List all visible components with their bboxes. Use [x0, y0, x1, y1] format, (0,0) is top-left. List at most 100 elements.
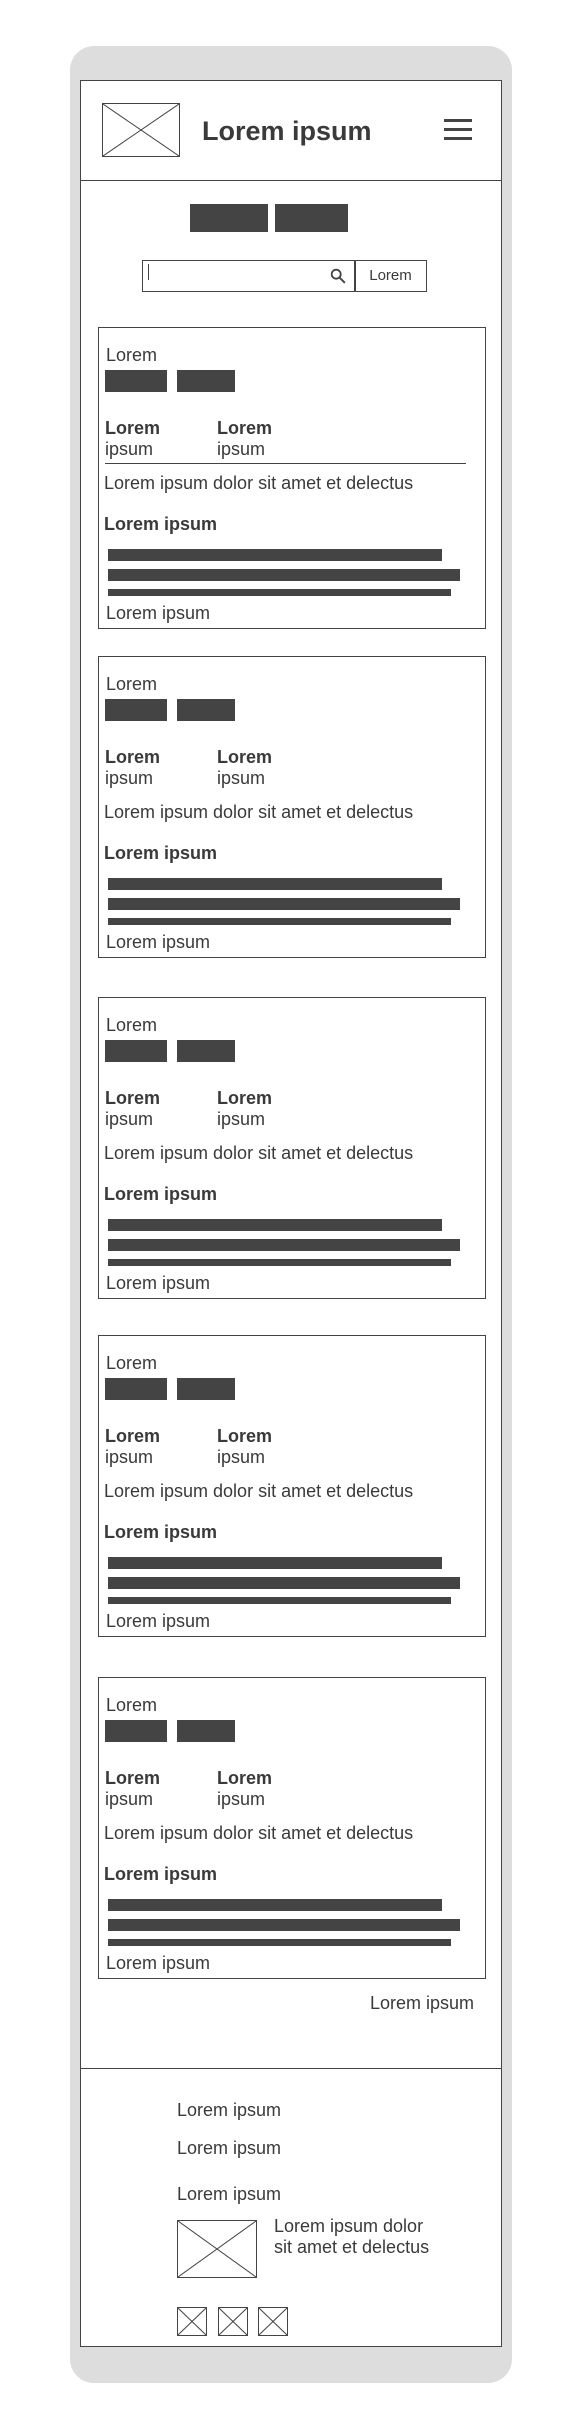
- card-title: Lorem: [106, 674, 158, 694]
- footer-divider: [81, 2068, 501, 2069]
- card: Lorem Lorem ipsum Lorem ipsum Lorem ipsum …: [98, 656, 486, 958]
- text-placeholder-bar: [108, 1899, 442, 1911]
- field-value: ipsum: [105, 439, 154, 459]
- field-label: Lorem: [105, 1088, 161, 1108]
- text-placeholder-bar: [108, 1597, 451, 1604]
- text-placeholder-bar: [108, 1259, 451, 1266]
- card-tag[interactable]: [105, 699, 167, 721]
- tab-button-1[interactable]: [190, 204, 268, 232]
- card: Lorem Lorem ipsum Lorem ipsum Lorem ipsum …: [98, 997, 486, 1299]
- image-placeholder-icon[interactable]: [218, 2307, 248, 2336]
- text-placeholder-bar: [108, 1919, 460, 1931]
- footer-link[interactable]: Lorem ipsum: [177, 2138, 281, 2159]
- card-field: Lorem ipsum: [105, 418, 160, 460]
- card-title: Lorem: [106, 345, 158, 365]
- image-placeholder-icon[interactable]: [102, 103, 180, 157]
- card-tag[interactable]: [177, 699, 235, 721]
- search-input[interactable]: [142, 260, 356, 292]
- field-label: Lorem: [105, 1426, 161, 1446]
- field-label: Lorem: [105, 747, 161, 767]
- text-placeholder-bar: [108, 569, 460, 581]
- card-field: Lorem ipsum: [105, 1426, 160, 1468]
- card-footer: Lorem ipsum: [106, 1273, 211, 1293]
- card-description: Lorem ipsum dolor sit amet et delectus: [104, 1481, 414, 1501]
- card-field: Lorem ipsum: [217, 747, 272, 789]
- card-subheading: Lorem ipsum: [104, 1184, 218, 1204]
- card-footer: Lorem ipsum: [106, 603, 211, 623]
- text-placeholder-bar: [108, 878, 442, 890]
- card-field: Lorem ipsum: [217, 1768, 272, 1810]
- card-footer: Lorem ipsum: [106, 1611, 211, 1631]
- card-description: Lorem ipsum dolor sit amet et delectus: [104, 1823, 414, 1843]
- header: Lorem ipsum: [81, 81, 501, 181]
- card-footer: Lorem ipsum: [106, 1953, 211, 1973]
- card-tag[interactable]: [105, 1720, 167, 1742]
- card-subheading: Lorem ipsum: [104, 514, 218, 534]
- card-tag[interactable]: [177, 1378, 235, 1400]
- field-label: Lorem: [217, 1426, 273, 1446]
- card: Lorem Lorem ipsum Lorem ipsum Lorem ipsum …: [98, 327, 486, 629]
- text-placeholder-bar: [108, 1577, 460, 1589]
- card-tag[interactable]: [105, 1378, 167, 1400]
- card-subheading: Lorem ipsum: [104, 1864, 218, 1884]
- card-tag[interactable]: [177, 1040, 235, 1062]
- field-value: ipsum: [217, 439, 266, 459]
- divider: [105, 463, 466, 464]
- card-description: Lorem ipsum dolor sit amet et delectus: [104, 473, 414, 493]
- card-subheading: Lorem ipsum: [104, 843, 218, 863]
- text-cursor: [148, 264, 149, 280]
- card-title: Lorem: [106, 1353, 158, 1373]
- search-button[interactable]: Lorem: [354, 260, 427, 292]
- card-title: Lorem: [106, 1695, 158, 1715]
- field-value: ipsum: [105, 768, 154, 788]
- field-label: Lorem: [105, 418, 161, 438]
- text-placeholder-bar: [108, 1557, 442, 1569]
- card-title: Lorem: [106, 1015, 158, 1035]
- card-footer: Lorem ipsum: [106, 932, 211, 952]
- text-placeholder-bar: [108, 918, 451, 925]
- text-placeholder-bar: [108, 1939, 451, 1946]
- card-tag[interactable]: [105, 1040, 167, 1062]
- field-label: Lorem: [105, 1768, 161, 1788]
- footer-text: Lorem ipsum dolor sit amet et delectus: [274, 2216, 430, 2257]
- card-description: Lorem ipsum dolor sit amet et delectus: [104, 802, 414, 822]
- field-value: ipsum: [217, 1109, 266, 1129]
- card-tag[interactable]: [105, 370, 167, 392]
- field-value: ipsum: [217, 1447, 266, 1467]
- card-field: Lorem ipsum: [105, 747, 160, 789]
- image-placeholder-icon[interactable]: [258, 2307, 288, 2336]
- card-description: Lorem ipsum dolor sit amet et delectus: [104, 1143, 414, 1163]
- field-label: Lorem: [217, 1768, 273, 1788]
- field-label: Lorem: [217, 1088, 273, 1108]
- text-placeholder-bar: [108, 589, 451, 596]
- app-title: Lorem ipsum: [202, 116, 372, 146]
- card-field: Lorem ipsum: [217, 1426, 272, 1468]
- footer-link[interactable]: Lorem ipsum: [177, 2184, 281, 2205]
- field-label: Lorem: [217, 747, 273, 767]
- text-placeholder-bar: [108, 1219, 442, 1231]
- image-placeholder-icon[interactable]: [177, 2307, 207, 2336]
- card-tag[interactable]: [177, 1720, 235, 1742]
- card-field: Lorem ipsum: [217, 418, 272, 460]
- text-placeholder-bar: [108, 898, 460, 910]
- image-placeholder-icon: [177, 2220, 257, 2278]
- hamburger-menu-icon[interactable]: [444, 119, 472, 141]
- text-placeholder-bar: [108, 549, 442, 561]
- card-field: Lorem ipsum: [105, 1088, 160, 1130]
- card: Lorem Lorem ipsum Lorem ipsum Lorem ipsum …: [98, 1677, 486, 1979]
- field-value: ipsum: [105, 1789, 154, 1809]
- text-placeholder-bar: [108, 1239, 460, 1251]
- search-icon[interactable]: [329, 267, 347, 285]
- card-field: Lorem ipsum: [217, 1088, 272, 1130]
- card-tag[interactable]: [177, 370, 235, 392]
- mobile-screen: Lorem ipsum Lorem Lorem Lorem ipsum Lorem…: [80, 80, 502, 2347]
- tab-button-2[interactable]: [275, 204, 348, 232]
- card-subheading: Lorem ipsum: [104, 1522, 218, 1542]
- field-value: ipsum: [105, 1109, 154, 1129]
- card-field: Lorem ipsum: [105, 1768, 160, 1810]
- footer-link[interactable]: Lorem ipsum: [177, 2100, 281, 2121]
- card: Lorem Lorem ipsum Lorem ipsum Lorem ipsum …: [98, 1335, 486, 1637]
- field-value: ipsum: [217, 1789, 266, 1809]
- field-label: Lorem: [217, 418, 273, 438]
- more-link[interactable]: Lorem ipsum: [370, 1993, 474, 2014]
